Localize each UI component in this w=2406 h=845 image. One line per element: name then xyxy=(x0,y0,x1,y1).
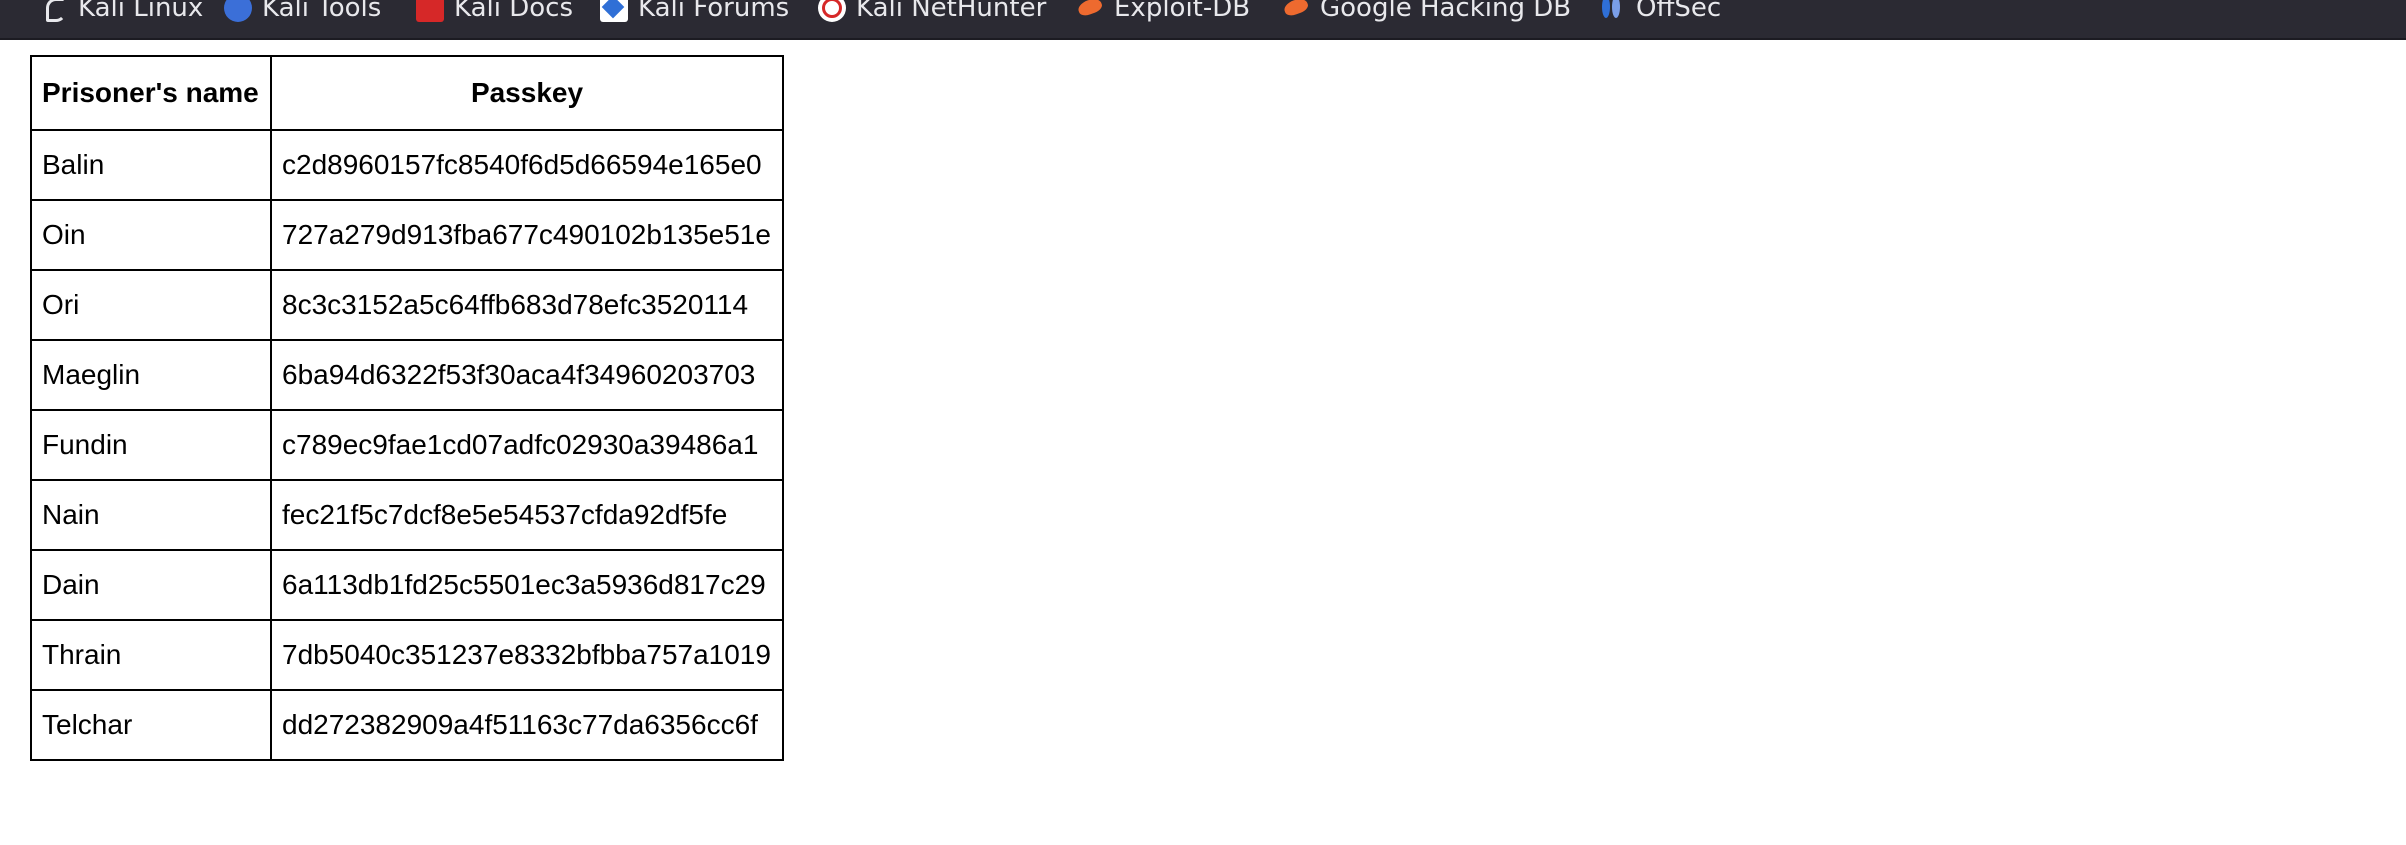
page-content: Prisoner's name Passkey Balin c2d8960157… xyxy=(30,55,784,761)
prisoner-name-cell: Oin xyxy=(30,199,272,271)
prisoner-name-cell: Dain xyxy=(30,549,272,621)
bookmark-label: OffSec xyxy=(1636,0,1722,23)
table-row: Fundin c789ec9fae1cd07adfc02930a39486a1 xyxy=(30,409,784,481)
passkey-cell: 7db5040c351237e8332bfbba757a1019 xyxy=(270,619,784,691)
prisoners-table: Prisoner's name Passkey Balin c2d8960157… xyxy=(30,55,784,761)
kali-tools-icon xyxy=(224,0,252,22)
table-row: Oin 727a279d913fba677c490102b135e51e xyxy=(30,199,784,271)
table-row: Maeglin 6ba94d6322f53f30aca4f34960203703 xyxy=(30,339,784,411)
bookmark-label: Kali Docs xyxy=(454,0,574,23)
passkey-cell: 727a279d913fba677c490102b135e51e xyxy=(270,199,784,271)
bookmark-exploit-db[interactable]: Exploit-DB xyxy=(1076,0,1250,27)
nethunter-icon xyxy=(818,0,846,22)
passkey-cell: dd272382909a4f51163c77da6356cc6f xyxy=(270,689,784,761)
passkey-cell: c2d8960157fc8540f6d5d66594e165e0 xyxy=(270,129,784,201)
bookmark-label: Kali Tools xyxy=(262,0,382,23)
passkey-cell: 6a113db1fd25c5501ec3a5936d817c29 xyxy=(270,549,784,621)
table-header-row: Prisoner's name Passkey xyxy=(30,55,784,131)
prisoner-name-cell: Ori xyxy=(30,269,272,341)
exploit-db-icon xyxy=(1076,0,1104,22)
header-passkey: Passkey xyxy=(270,55,784,131)
prisoner-name-cell: Fundin xyxy=(30,409,272,481)
prisoner-name-cell: Maeglin xyxy=(30,339,272,411)
offsec-icon xyxy=(1598,0,1626,22)
bookmark-kali-linux[interactable]: Kali Linux xyxy=(40,0,203,27)
passkey-cell: c789ec9fae1cd07adfc02930a39486a1 xyxy=(270,409,784,481)
bookmark-google-hacking-db[interactable]: Google Hacking DB xyxy=(1282,0,1571,27)
kali-docs-icon xyxy=(416,0,444,22)
prisoner-name-cell: Thrain xyxy=(30,619,272,691)
bookmark-label: Kali NetHunter xyxy=(856,0,1047,23)
bookmark-label: Kali Forums xyxy=(638,0,790,23)
prisoner-name-cell: Nain xyxy=(30,479,272,551)
bookmarks-toolbar: Kali Linux Kali Tools Kali Docs Kali For… xyxy=(0,0,2406,40)
table-row: Nain fec21f5c7dcf8e5e54537cfda92df5fe xyxy=(30,479,784,551)
kali-forums-icon xyxy=(600,0,628,22)
bookmark-kali-tools[interactable]: Kali Tools xyxy=(224,0,381,27)
passkey-cell: 8c3c3152a5c64ffb683d78efc3520114 xyxy=(270,269,784,341)
prisoner-name-cell: Telchar xyxy=(30,689,272,761)
bookmark-kali-nethunter[interactable]: Kali NetHunter xyxy=(818,0,1046,27)
bookmark-label: Google Hacking DB xyxy=(1320,0,1572,23)
table-row: Dain 6a113db1fd25c5501ec3a5936d817c29 xyxy=(30,549,784,621)
table-row: Ori 8c3c3152a5c64ffb683d78efc3520114 xyxy=(30,269,784,341)
bookmark-kali-docs[interactable]: Kali Docs xyxy=(416,0,573,27)
kali-dragon-icon xyxy=(40,0,68,22)
bookmark-label: Kali Linux xyxy=(78,0,204,23)
bookmark-kali-forums[interactable]: Kali Forums xyxy=(600,0,789,27)
bookmark-offsec[interactable]: OffSec xyxy=(1598,0,1721,27)
table-row: Balin c2d8960157fc8540f6d5d66594e165e0 xyxy=(30,129,784,201)
prisoner-name-cell: Balin xyxy=(30,129,272,201)
passkey-cell: 6ba94d6322f53f30aca4f34960203703 xyxy=(270,339,784,411)
table-row: Thrain 7db5040c351237e8332bfbba757a1019 xyxy=(30,619,784,691)
table-row: Telchar dd272382909a4f51163c77da6356cc6f xyxy=(30,689,784,761)
bookmark-label: Exploit-DB xyxy=(1114,0,1251,23)
passkey-cell: fec21f5c7dcf8e5e54537cfda92df5fe xyxy=(270,479,784,551)
ghdb-icon xyxy=(1282,0,1310,22)
header-prisoner-name: Prisoner's name xyxy=(30,55,272,131)
